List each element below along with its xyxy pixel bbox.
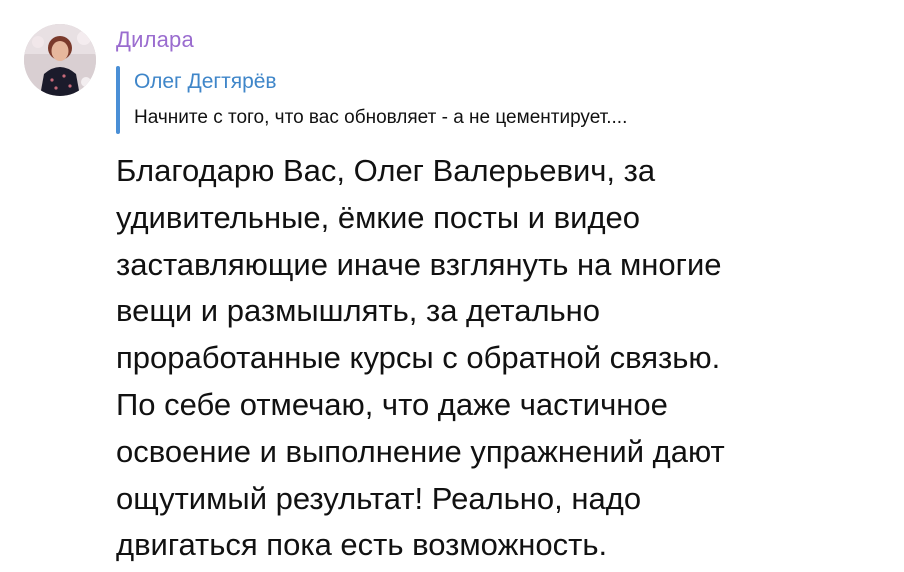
message-text-line: удивительные, ёмкие посты и видео [116,199,641,235]
reply-text: Начните с того, что вас обновляет - а не… [134,107,628,128]
message-text-line: вещи и размышлять, за детально [116,293,601,329]
sender-name[interactable]: Дилара [116,27,194,53]
message-text-line: проработанные курсы с обратной связью. [116,340,721,376]
message-text-line: ощутимый результат! Реально, надо [116,480,642,516]
user-photo-avatar-icon [24,24,96,96]
message-text-line: двигаться пока есть возможность. [116,527,608,563]
chat-message: Дилара Олег Дегтярёв Начните с того, что… [0,0,904,572]
message-text-line: Благодарю Вас, Олег Валерьевич, за [116,153,656,188]
message-text-line: заставляющие иначе взглянуть на многие [116,246,722,282]
reply-quote[interactable]: Олег Дегтярёв Начните с того, что вас об… [116,66,876,134]
reply-author: Олег Дегтярёв [134,70,277,93]
message-text-line: По себе отмечаю, что даже частичное [116,386,668,422]
message-text-line: освоение и выполнение упражнений дают [116,433,725,469]
message-text: Благодарю Вас, Олег Валерьевич, за удиви… [116,148,886,569]
reply-bar [116,66,120,134]
sender-avatar[interactable] [24,24,96,96]
